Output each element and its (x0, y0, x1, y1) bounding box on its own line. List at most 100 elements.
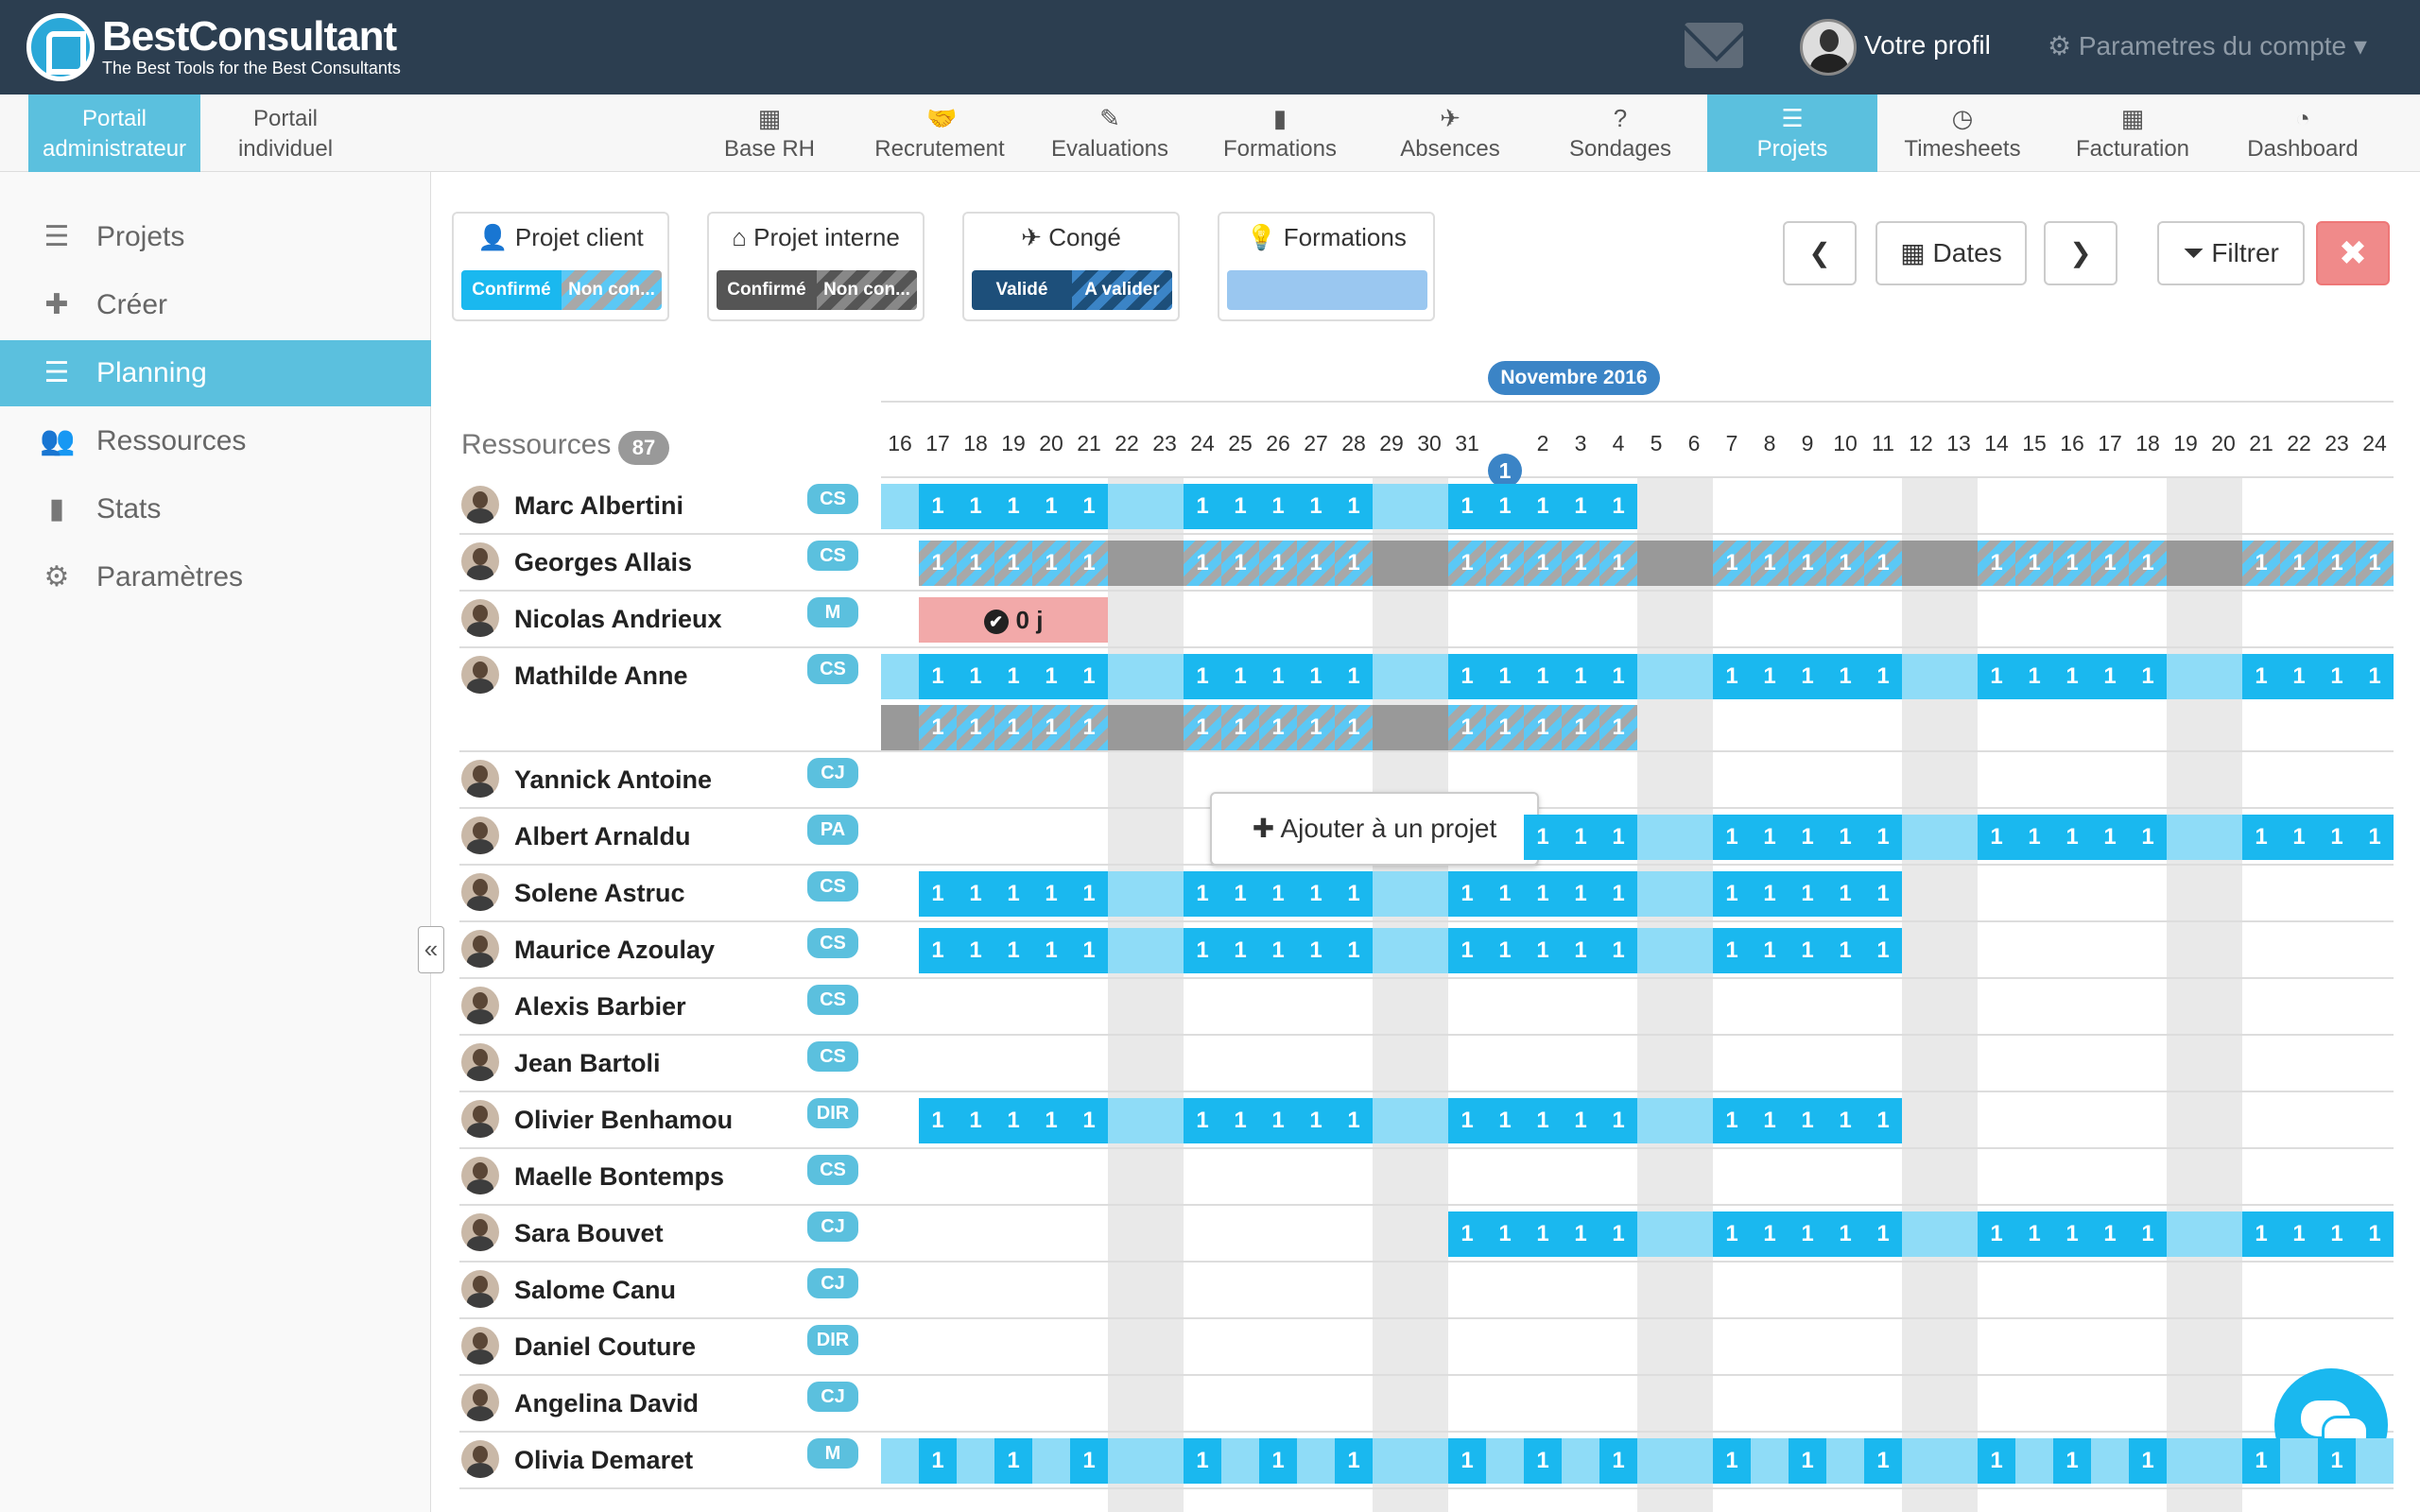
nav-tab-base-rh[interactable]: ▦ Base RH (684, 94, 855, 172)
sidebar-item-créer[interactable]: ✚ Créer (0, 272, 431, 338)
planning-cell[interactable]: 1 (1789, 815, 1826, 860)
planning-cell[interactable]: 1 (957, 928, 994, 973)
planning-cell[interactable]: 1 (1713, 815, 1751, 860)
portal-individual-tab[interactable]: Portail individuel (200, 94, 371, 172)
profile-link[interactable]: Votre profil (1864, 30, 1991, 60)
planning-cell[interactable]: 1 (1184, 484, 1221, 529)
planning-cell[interactable]: 1 (2091, 815, 2129, 860)
planning-cell[interactable]: 1 (2015, 541, 2053, 586)
planning-cell[interactable]: 1 (1789, 871, 1826, 917)
table-row[interactable]: Nicolas Andrieux M (459, 592, 2394, 648)
planning-cell[interactable]: 1 (1978, 815, 2015, 860)
add-to-project-button[interactable]: ✚ Ajouter à un projet (1210, 792, 1539, 866)
planning-cell[interactable]: 1 (1599, 484, 1637, 529)
planning-cell[interactable]: 1 (919, 705, 957, 750)
planning-cell[interactable]: 1 (1259, 484, 1297, 529)
planning-cell[interactable]: 1 (1524, 815, 1562, 860)
brand-logo-icon[interactable] (26, 13, 95, 81)
planning-cell[interactable]: 1 (1599, 1211, 1637, 1257)
planning-cell[interactable]: 1 (1297, 541, 1335, 586)
resource-name[interactable]: Olivia Demaret (514, 1446, 693, 1475)
planning-cell[interactable]: 1 (1486, 1098, 1524, 1143)
planning-cell[interactable]: 1 (2356, 654, 2394, 699)
planning-cell[interactable]: 1 (1070, 1438, 1108, 1484)
planning-cell[interactable]: 1 (1599, 1098, 1637, 1143)
planning-cell[interactable]: 1 (1032, 484, 1070, 529)
planning-cell[interactable]: 1 (1070, 928, 1108, 973)
planning-cell[interactable]: 1 (1221, 654, 1259, 699)
planning-cell[interactable]: 1 (919, 1438, 957, 1484)
planning-cell[interactable]: 1 (1070, 705, 1108, 750)
planning-cell[interactable]: 1 (1448, 871, 1486, 917)
planning-cell[interactable]: 1 (2053, 1211, 2091, 1257)
planning-cell[interactable]: 1 (1486, 654, 1524, 699)
planning-cell[interactable]: 1 (2129, 1211, 2167, 1257)
legend-projet-interne[interactable]: ⌂ Projet interne Confirmé Non con... (707, 212, 925, 321)
planning-cell[interactable]: 1 (1184, 705, 1221, 750)
resource-name[interactable]: Alexis Barbier (514, 992, 686, 1022)
close-button[interactable]: ✖ (2316, 221, 2390, 285)
planning-cell[interactable]: 1 (1524, 1438, 1562, 1484)
planning-cell[interactable]: 1 (2015, 1211, 2053, 1257)
nav-tab-dashboard[interactable]: ◔ Dashboard (2218, 94, 2388, 172)
planning-cell[interactable]: 1 (2242, 815, 2280, 860)
planning-cell[interactable]: 1 (2091, 541, 2129, 586)
planning-cell[interactable]: 1 (1259, 705, 1297, 750)
planning-cell[interactable]: 1 (1713, 1211, 1751, 1257)
planning-cell[interactable]: 1 (1826, 815, 1864, 860)
planning-cell[interactable]: 1 (1562, 1211, 1599, 1257)
planning-cell[interactable]: 1 (2318, 1211, 2356, 1257)
planning-cell[interactable]: 1 (1448, 541, 1486, 586)
planning-cell[interactable]: 1 (1448, 928, 1486, 973)
planning-cell[interactable]: 1 (1864, 871, 1902, 917)
planning-cell[interactable]: 1 (1751, 1098, 1789, 1143)
resource-name[interactable]: Yannick Antoine (514, 765, 712, 795)
planning-cell[interactable]: 1 (1335, 1438, 1373, 1484)
planning-cell[interactable]: 1 (2356, 1211, 2394, 1257)
nav-tab-evaluations[interactable]: ✎ Evaluations (1025, 94, 1195, 172)
planning-cell[interactable]: 1 (1751, 1211, 1789, 1257)
planning-cell[interactable]: 1 (1826, 541, 1864, 586)
planning-cell[interactable]: 1 (1562, 928, 1599, 973)
planning-cell[interactable]: 1 (1335, 541, 1373, 586)
planning-cell[interactable]: 1 (1486, 484, 1524, 529)
planning-cell[interactable]: 1 (1789, 1211, 1826, 1257)
planning-cell[interactable]: 1 (1297, 484, 1335, 529)
planning-cell[interactable]: 1 (919, 1098, 957, 1143)
planning-cell[interactable]: 1 (2053, 654, 2091, 699)
planning-cell[interactable]: 1 (1184, 1098, 1221, 1143)
planning-cell[interactable]: 1 (1826, 1098, 1864, 1143)
planning-cell[interactable]: 1 (2242, 541, 2280, 586)
planning-cell[interactable]: 1 (994, 654, 1032, 699)
account-settings-menu[interactable]: ⚙ Parametres du compte ▾ (2048, 30, 2367, 61)
resource-name[interactable]: Georges Allais (514, 548, 692, 577)
planning-cell[interactable]: 1 (957, 541, 994, 586)
planning-cell[interactable]: 1 (2053, 815, 2091, 860)
nav-tab-projets[interactable]: ☰ Projets (1707, 94, 1877, 172)
planning-cell[interactable]: 1 (919, 928, 957, 973)
planning-band[interactable] (881, 1438, 2394, 1484)
planning-cell[interactable]: 1 (1751, 928, 1789, 973)
planning-cell[interactable]: 1 (1486, 928, 1524, 973)
legend-projet-client[interactable]: 👤 Projet client Confirmé Non con... (452, 212, 669, 321)
legend-formations[interactable]: 💡 Formations (1218, 212, 1435, 321)
planning-cell[interactable]: 1 (2280, 541, 2318, 586)
planning-cell[interactable]: 1 (2242, 654, 2280, 699)
sidebar-item-planning[interactable]: ☰ Planning (0, 340, 431, 406)
planning-cell[interactable]: 1 (1713, 1098, 1751, 1143)
planning-cell[interactable]: 1 (2015, 815, 2053, 860)
planning-cell[interactable]: 1 (2356, 815, 2394, 860)
planning-cell[interactable]: 1 (1562, 654, 1599, 699)
planning-cell[interactable]: 1 (1259, 928, 1297, 973)
planning-cell[interactable]: 1 (1978, 1211, 2015, 1257)
nav-tab-absences[interactable]: ✈ Absences (1365, 94, 1535, 172)
planning-cell[interactable]: 1 (957, 871, 994, 917)
planning-cell[interactable]: 1 (1032, 705, 1070, 750)
planning-cell[interactable]: 1 (1789, 654, 1826, 699)
nav-tab-formations[interactable]: ▮ Formations (1195, 94, 1365, 172)
table-row[interactable]: Salome Canu CJ (459, 1263, 2394, 1319)
planning-cell[interactable]: 1 (2129, 541, 2167, 586)
resource-name[interactable]: Maelle Bontemps (514, 1162, 724, 1192)
planning-cell[interactable]: 1 (2242, 1438, 2280, 1484)
planning-cell[interactable]: 1 (1070, 654, 1108, 699)
